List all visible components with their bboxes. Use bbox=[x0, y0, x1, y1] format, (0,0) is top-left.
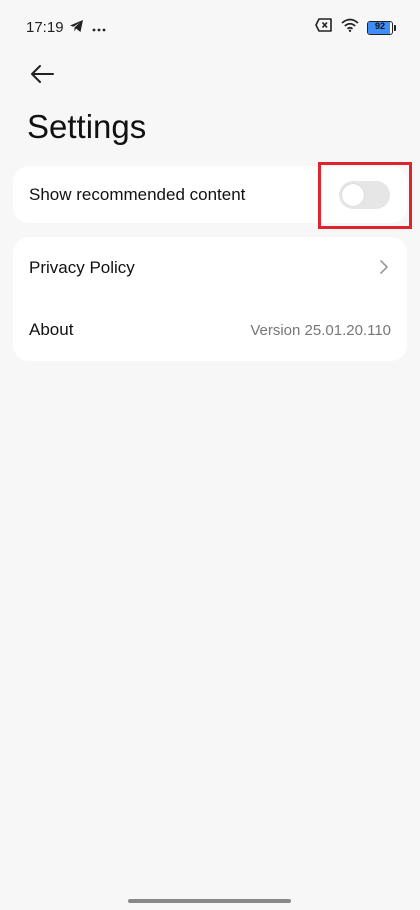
info-card: Privacy Policy About Version 25.01.20.11… bbox=[13, 237, 407, 361]
about-label: About bbox=[29, 320, 74, 339]
status-right-icons: 92 bbox=[315, 18, 396, 37]
status-left-icons bbox=[69, 19, 106, 38]
page-title: Settings bbox=[27, 108, 147, 145]
status-time: 17:19 bbox=[26, 19, 64, 36]
arrow-left-icon bbox=[31, 65, 54, 83]
privacy-policy-row[interactable]: Privacy Policy bbox=[13, 237, 407, 299]
back-button[interactable] bbox=[26, 58, 58, 90]
telegram-icon bbox=[69, 19, 84, 38]
sim-off-icon bbox=[315, 18, 333, 37]
home-indicator[interactable] bbox=[128, 899, 291, 903]
battery-level: 92 bbox=[374, 20, 385, 31]
battery-icon: 92 bbox=[367, 20, 393, 35]
battery-cap bbox=[394, 24, 396, 31]
more-dots-icon bbox=[92, 20, 106, 38]
recommended-content-label: Show recommended content bbox=[29, 185, 246, 204]
highlight-box bbox=[318, 162, 412, 229]
version-text: Version 25.01.20.110 bbox=[250, 321, 391, 339]
chevron-right-icon bbox=[380, 260, 388, 274]
status-bar: 17:19 92 bbox=[0, 0, 420, 56]
wifi-icon bbox=[341, 18, 359, 37]
privacy-policy-label: Privacy Policy bbox=[29, 258, 135, 277]
about-row[interactable]: About Version 25.01.20.110 bbox=[13, 299, 407, 361]
